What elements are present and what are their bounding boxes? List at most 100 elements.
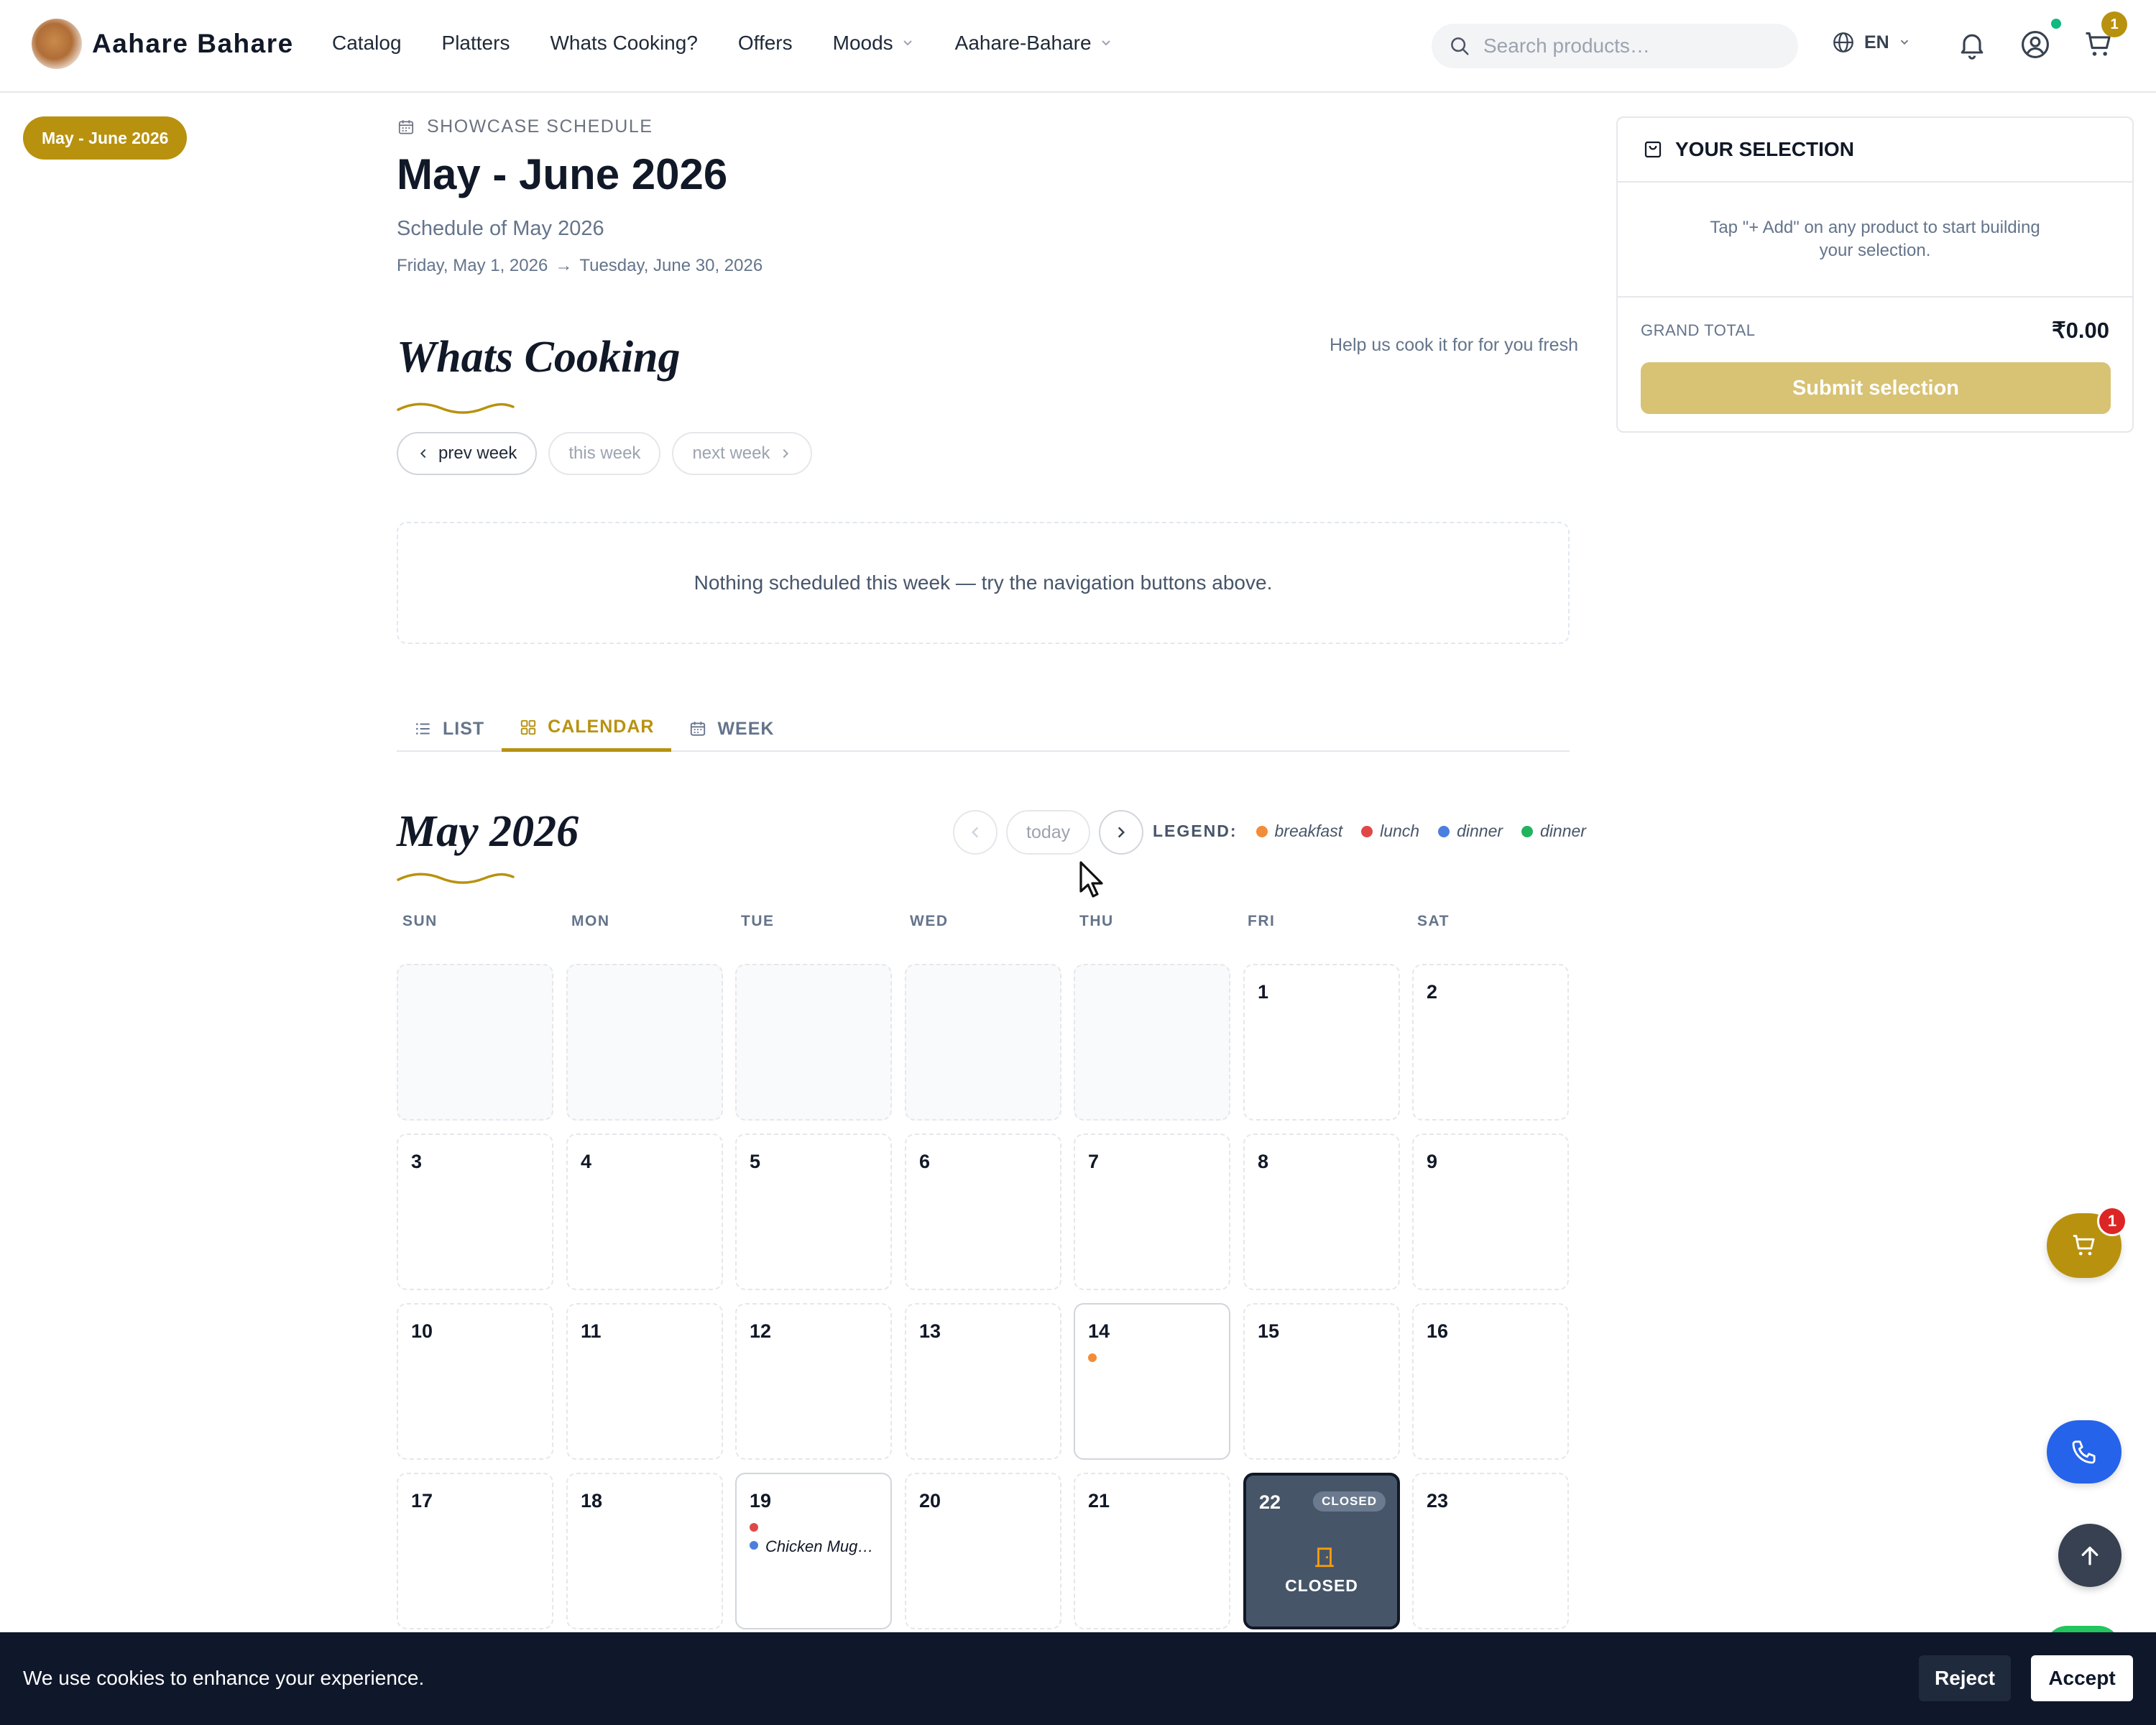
- nav-item-offers[interactable]: Offers: [738, 32, 793, 55]
- calendar-day-cell[interactable]: 8: [1243, 1133, 1400, 1290]
- calendar-blank-cell: [566, 964, 723, 1121]
- calendar-day-cell[interactable]: 23: [1412, 1473, 1569, 1629]
- calendar-day-cell[interactable]: 9: [1412, 1133, 1569, 1290]
- list-icon: [416, 723, 430, 735]
- calendar-day-cell[interactable]: 1: [1243, 964, 1400, 1121]
- grand-total-value: ₹0.00: [2051, 318, 2109, 343]
- legend-dot: [1521, 825, 1534, 837]
- nav-item-label: Offers: [737, 32, 793, 54]
- today-button[interactable]: today: [1006, 810, 1091, 855]
- bell-icon: [1961, 34, 1984, 60]
- eyebrow-label: SHOWCASE SCHEDULE: [427, 116, 653, 137]
- calendar-day-cell[interactable]: 5: [735, 1133, 892, 1290]
- prev-month-button[interactable]: [953, 810, 998, 855]
- calendar-blank-cell: [905, 964, 1061, 1121]
- legend-label: lunch: [1380, 822, 1420, 840]
- grid-icon: [520, 719, 536, 735]
- calendar-day-cell[interactable]: 17: [397, 1473, 553, 1629]
- calendar-day-cell[interactable]: 12: [735, 1303, 892, 1460]
- calendar-icon: [691, 722, 706, 736]
- calendar-controls: today: [953, 810, 1144, 855]
- accept-cookies-button[interactable]: Accept: [2031, 1655, 2133, 1701]
- whats-cooking-title: Whats Cooking: [397, 333, 681, 382]
- calendar-day-cell[interactable]: 2: [1412, 964, 1569, 1121]
- day-number: 21: [1088, 1490, 1110, 1512]
- tab-label: LIST: [443, 718, 485, 739]
- nav-item-whats-cooking[interactable]: Whats Cooking?: [550, 32, 697, 55]
- day-number: 17: [411, 1490, 433, 1512]
- calendar-day-cell[interactable]: 11: [566, 1303, 723, 1460]
- calendar-day-cell[interactable]: 16: [1412, 1303, 1569, 1460]
- notifications-button[interactable]: [1956, 29, 1988, 60]
- event-dot: [1088, 1353, 1097, 1362]
- account-button[interactable]: [2019, 29, 2051, 60]
- legend-label: dinner: [1457, 822, 1503, 840]
- search-input[interactable]: [1483, 34, 1785, 58]
- calendar-day-cell[interactable]: 21: [1074, 1473, 1230, 1629]
- page-title: May - June 2026: [397, 150, 728, 198]
- nav-item-catalog[interactable]: Catalog: [332, 32, 402, 55]
- prev-week-button[interactable]: prev week: [397, 432, 538, 475]
- tab-week[interactable]: WEEK: [671, 706, 791, 752]
- calendar-day-cell-closed[interactable]: 22 CLOSED CLOSED: [1243, 1473, 1400, 1629]
- scroll-to-top-button[interactable]: [2058, 1524, 2122, 1587]
- event-label[interactable]: Chicken Mug…: [765, 1537, 873, 1556]
- calendar-day-cell[interactable]: 10: [397, 1303, 553, 1460]
- next-week-button[interactable]: next week: [672, 432, 812, 475]
- calendar-day-cell[interactable]: 13: [905, 1303, 1061, 1460]
- nav-item-label: Catalog: [332, 32, 402, 54]
- this-week-button[interactable]: this week: [548, 432, 661, 475]
- reject-cookies-button[interactable]: Reject: [1919, 1655, 2011, 1701]
- help-text: Help us cook it for for you fresh: [1330, 335, 1578, 355]
- weekday-label: WED: [910, 913, 949, 929]
- submit-selection-button[interactable]: Submit selection: [1641, 362, 2111, 414]
- legend-title: LEGEND:: [1153, 822, 1238, 840]
- start-date: Friday, May 1, 2026: [397, 256, 548, 275]
- tab-calendar[interactable]: CALENDAR: [502, 706, 672, 752]
- call-button[interactable]: [2047, 1420, 2122, 1484]
- nav-item-platters[interactable]: Platters: [442, 32, 510, 55]
- day-number: 16: [1427, 1320, 1449, 1342]
- month-title: May 2026: [397, 807, 579, 856]
- day-number: 8: [1258, 1151, 1269, 1172]
- calendar-legend: LEGEND: breakfast lunch dinner dinner: [1153, 822, 1586, 841]
- day-number: 13: [919, 1320, 941, 1342]
- legend-item-dinner: dinner: [1438, 822, 1503, 841]
- language-selector[interactable]: EN: [1831, 30, 1911, 55]
- top-header: Aahare Bahare Catalog Platters Whats Coo…: [0, 0, 2156, 93]
- tab-label: WEEK: [717, 718, 775, 739]
- day-number: 20: [919, 1490, 941, 1512]
- day-number: 9: [1427, 1151, 1438, 1172]
- calendar-blank-cell: [735, 964, 892, 1121]
- calendar-day-cell[interactable]: 3: [397, 1133, 553, 1290]
- calendar-day-cell[interactable]: 4: [566, 1133, 723, 1290]
- day-number: 3: [411, 1151, 423, 1172]
- period-pill[interactable]: May - June 2026: [23, 116, 188, 160]
- calendar-day-cell[interactable]: 18: [566, 1473, 723, 1629]
- calendar-day-cell[interactable]: 20: [905, 1473, 1061, 1629]
- nav-item-moods[interactable]: Moods: [833, 32, 915, 55]
- day-number: 10: [411, 1320, 433, 1342]
- calendar-day-cell[interactable]: 7: [1074, 1133, 1230, 1290]
- nav-item-aahare-bahare[interactable]: Aahare-Bahare: [955, 32, 1113, 55]
- calendar-day-cell[interactable]: 6: [905, 1133, 1061, 1290]
- selection-empty-text: Tap "+ Add" on any product to start buil…: [1618, 183, 2132, 298]
- brand-name: Aahare Bahare: [92, 29, 294, 58]
- calendar-day-cell[interactable]: 14: [1074, 1303, 1230, 1460]
- grand-total-row: GRAND TOTAL ₹0.00: [1618, 298, 2132, 344]
- next-month-button[interactable]: [1099, 810, 1144, 855]
- calendar-day-cell[interactable]: 19 Chicken Mug…: [735, 1473, 892, 1629]
- online-status-dot: [2051, 19, 2061, 29]
- day-number: 18: [581, 1490, 603, 1512]
- grand-total-label: GRAND TOTAL: [1641, 321, 1756, 339]
- calendar-day-cell[interactable]: 15: [1243, 1303, 1400, 1460]
- day-number: 14: [1088, 1320, 1110, 1342]
- legend-dot: [1361, 825, 1373, 837]
- brand[interactable]: Aahare Bahare: [32, 19, 294, 69]
- legend-label: dinner: [1540, 822, 1586, 840]
- day-number: 6: [919, 1151, 931, 1172]
- tab-list[interactable]: LIST: [397, 706, 502, 752]
- squiggle-divider: [397, 873, 515, 884]
- this-week-label: this week: [568, 443, 641, 463]
- day-number: 2: [1427, 981, 1438, 1003]
